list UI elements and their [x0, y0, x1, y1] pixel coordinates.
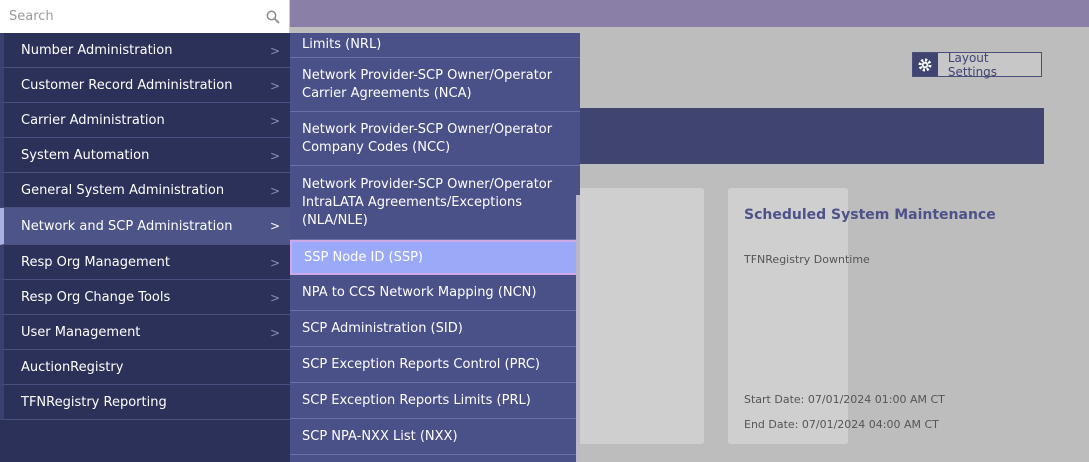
submenu-item-label: Network Provider-SCP Owner/Operator Carr… [302, 67, 553, 101]
chevron-right-icon: > [269, 184, 280, 198]
menu-item-label: AuctionRegistry [21, 359, 124, 375]
submenu-network-scp: Limits (NRL) Network Provider-SCP Owner/… [290, 33, 580, 462]
submenu-item-label: Limits (NRL) [302, 37, 382, 52]
menu-item-label: Resp Org Management [21, 254, 170, 270]
submenu-item-ssp[interactable]: SSP Node ID (SSP) [290, 240, 580, 275]
menu-item-general-system-administration[interactable]: General System Administration > [0, 173, 290, 208]
submenu-item-prl[interactable]: SCP Exception Reports Limits (PRL) [290, 383, 580, 419]
maintenance-start-date: Start Date: 07/01/2024 01:00 AM CT [744, 393, 945, 406]
menu-item-label: Carrier Administration [21, 112, 165, 128]
menu-item-label: Resp Org Change Tools [21, 289, 171, 305]
menu-item-label: Number Administration [21, 42, 173, 58]
maintenance-subtitle: TFNRegistry Downtime [744, 253, 870, 266]
search-icon[interactable] [266, 9, 280, 24]
submenu-item-ncc[interactable]: Network Provider-SCP Owner/Operator Comp… [290, 112, 580, 166]
menu-item-network-scp-administration[interactable]: Network and SCP Administration > [0, 208, 290, 245]
maintenance-title: Scheduled System Maintenance [744, 207, 996, 223]
layout-settings-label: Layout Settings [947, 50, 998, 79]
menu-item-resp-org-management[interactable]: Resp Org Management > [0, 245, 290, 280]
submenu-item-prc[interactable]: SCP Exception Reports Control (PRC) [290, 347, 580, 383]
chevron-right-icon: > [269, 44, 280, 58]
menu-item-number-administration[interactable]: Number Administration > [0, 33, 290, 68]
search-input[interactable] [0, 8, 261, 25]
dashboard-banner [560, 108, 1044, 164]
submenu-item-nxx[interactable]: SCP NPA-NXX List (NXX) [290, 419, 580, 455]
submenu-item-ncn[interactable]: NPA to CCS Network Mapping (NCN) [290, 275, 580, 311]
submenu-item-label: SSP Node ID (SSP) [304, 249, 423, 265]
main-menu: Number Administration > Customer Record … [0, 33, 290, 462]
menu-item-label: General System Administration [21, 182, 225, 198]
menu-item-tfnregistry-reporting[interactable]: TFNRegistry Reporting [0, 385, 290, 420]
menu-item-label: User Management [21, 324, 141, 340]
submenu-item-label: SCP Exception Reports Control (PRC) [302, 356, 540, 372]
dashboard-card [560, 188, 704, 444]
layout-settings-button[interactable]: Layout Settings [912, 50, 1042, 79]
submenu-item-label: Network Provider-SCP Owner/Operator Intr… [302, 176, 553, 228]
chevron-right-icon: > [269, 149, 280, 163]
chevron-right-icon: > [269, 326, 280, 340]
submenu-item-nrl[interactable]: Limits (NRL) [290, 33, 580, 58]
menu-item-customer-record-administration[interactable]: Customer Record Administration > [0, 68, 290, 103]
menu-item-user-management[interactable]: User Management > [0, 315, 290, 350]
maintenance-end-date: End Date: 07/01/2024 04:00 AM CT [744, 418, 939, 431]
chevron-right-icon: > [269, 79, 280, 93]
submenu-item-label: SCP Administration (SID) [302, 320, 463, 336]
submenu-item-nca[interactable]: Network Provider-SCP Owner/Operator Carr… [290, 58, 580, 112]
gear-icon [913, 53, 938, 76]
chevron-right-icon: > [269, 291, 280, 305]
search-bar [0, 0, 290, 33]
chevron-right-icon: > [269, 114, 280, 128]
submenu-item-label: NPA to CCS Network Mapping (NCN) [302, 284, 537, 300]
menu-item-label: System Automation [21, 147, 150, 163]
menu-item-carrier-administration[interactable]: Carrier Administration > [0, 103, 290, 138]
menu-item-label: TFNRegistry Reporting [21, 394, 167, 410]
submenu-item-label: SCP Exception Reports Limits (PRL) [302, 392, 531, 408]
menu-item-auction-registry[interactable]: AuctionRegistry [0, 350, 290, 385]
submenu-item-label: SCP NPA-NXX List (NXX) [302, 428, 458, 444]
submenu-item-nla-nle[interactable]: Network Provider-SCP Owner/Operator Intr… [290, 166, 580, 240]
menu-item-label: Customer Record Administration [21, 77, 233, 93]
submenu-scrollbar[interactable] [576, 195, 580, 462]
menu-item-label: Network and SCP Administration [21, 218, 233, 234]
menu-item-system-automation[interactable]: System Automation > [0, 138, 290, 173]
chevron-right-icon: > [269, 256, 280, 270]
menu-item-resp-org-change-tools[interactable]: Resp Org Change Tools > [0, 280, 290, 315]
submenu-item-label: Network Provider-SCP Owner/Operator Comp… [302, 121, 553, 155]
submenu-item-sid[interactable]: SCP Administration (SID) [290, 311, 580, 347]
chevron-right-icon: > [269, 219, 280, 233]
